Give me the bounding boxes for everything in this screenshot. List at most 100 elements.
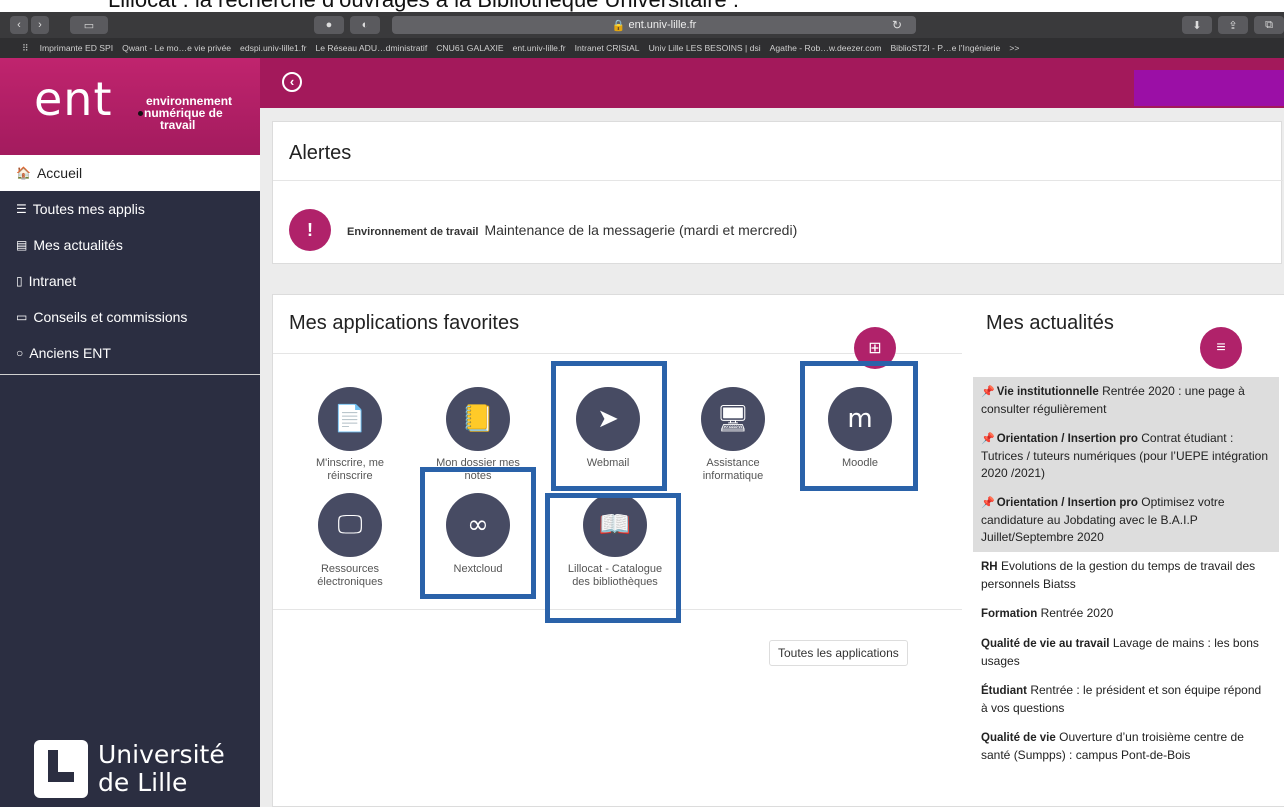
app-icon: 🖵: [318, 493, 382, 557]
logo-text: ent: [34, 72, 113, 126]
news-title: Mes actualités: [986, 312, 1114, 334]
forward-nav-button[interactable]: ›: [31, 16, 49, 34]
sidebar: ent environnement numérique de travail 🏠…: [0, 58, 260, 807]
exclamation-icon: !: [289, 209, 331, 251]
news-item[interactable]: 📌 Vie institutionnelle Rentrée 2020 : une…: [973, 377, 1279, 424]
lock-icon: 🔒: [611, 19, 629, 32]
sidebar-item-label: Intranet: [28, 273, 77, 289]
sidebar-item-toutes-mes-applis[interactable]: ☰ Toutes mes applis: [0, 191, 260, 227]
bookmark-item[interactable]: Univ Lille LES BESOINS | dsi: [649, 43, 761, 53]
nav-divider: [0, 374, 260, 375]
ent-logo[interactable]: ent environnement numérique de travail: [0, 58, 260, 155]
list-icon: ☰: [16, 202, 27, 216]
folder-icon: ▭: [16, 310, 28, 324]
news-category: RH: [981, 561, 998, 573]
university-name-1: Université: [98, 740, 225, 769]
app-tile[interactable]: 🖵 Ressources électroniques: [295, 493, 405, 589]
bookmark-item[interactable]: Qwant - Le mo…e vie privée: [122, 43, 231, 53]
share-icon[interactable]: ⇪: [1218, 16, 1248, 34]
app-label: M'inscrire, me réinscrire: [315, 457, 385, 482]
highlight-webmail: [551, 361, 667, 491]
download-icon[interactable]: ⬇: [1182, 16, 1212, 34]
sidebar-item-accueil[interactable]: 🏠 Accueil: [0, 155, 260, 191]
url-text: ent.univ-lille.fr: [628, 19, 697, 31]
newspaper-icon: ▤: [16, 238, 28, 252]
sidebar-item-intranet[interactable]: ▯ Intranet: [0, 263, 260, 299]
bookmark-item[interactable]: Agathe - Rob…w.deezer.com: [770, 43, 882, 53]
news-text: Rentrée 2020: [1040, 606, 1114, 620]
highlight-lillocat: [545, 493, 681, 623]
favorites-card: Mes applications favorites ⊞ 📄 M'inscrire…: [272, 294, 965, 807]
news-item[interactable]: 📌 Orientation / Insertion pro Contrat étu…: [973, 424, 1279, 488]
sidebar-item-anciens-ent[interactable]: ○ Anciens ENT: [0, 335, 260, 371]
tabs-icon[interactable]: ⧉: [1254, 16, 1284, 34]
news-category: Vie institutionnelle: [996, 386, 1099, 398]
app-icon: 📄: [318, 387, 382, 451]
news-card: Mes actualités ≡ 📌 Vie institutionnelle R…: [962, 294, 1284, 807]
news-item[interactable]: Qualité de vie au travail Lavage de main…: [973, 629, 1279, 676]
sidebar-item-label: Toutes mes applis: [32, 201, 145, 217]
favorites-title: Mes applications favorites: [289, 312, 520, 334]
sidebar-item-label: Anciens ENT: [29, 345, 111, 361]
bookmark-item[interactable]: edspi.univ-lille1.fr: [240, 43, 306, 53]
user-menu-block[interactable]: [1134, 70, 1284, 106]
logo-tagline: environnement numérique de travail: [138, 95, 232, 131]
app-tile[interactable]: 🖥 Assistance informatique: [678, 387, 788, 483]
sidebar-item-mes-actualit-s[interactable]: ▤ Mes actualités: [0, 227, 260, 263]
back-nav-button[interactable]: ‹: [10, 16, 28, 34]
list-icon[interactable]: ≡: [1200, 327, 1242, 369]
news-list: 📌 Vie institutionnelle Rentrée 2020 : une…: [973, 377, 1279, 770]
bookmarks-bar: ⠿ Imprimante ED SPI Qwant - Le mo…e vie p…: [0, 38, 1284, 58]
highlight-nextcloud: [420, 467, 536, 599]
alerts-card: Alertes ! Environnement de travail Mainte…: [272, 121, 1283, 265]
news-item[interactable]: RH Evolutions de la gestion du temps de …: [973, 552, 1279, 599]
home-icon: 🏠: [16, 166, 31, 180]
caption-text: Lillocat : la recherche d’ouvrages à la …: [0, 0, 1284, 12]
address-bar[interactable]: 🔒 ent.univ-lille.fr ↻: [392, 16, 916, 34]
top-bar: ‹: [260, 58, 1284, 108]
app-label: Ressources électroniques: [317, 563, 383, 588]
bookmark-item[interactable]: Intranet CRIStAL: [575, 43, 640, 53]
caption-label: Lillocat : la recherche d’ouvrages à la …: [108, 0, 739, 12]
bookmark-item[interactable]: CNU61 GALAXIE: [436, 43, 503, 53]
university-name-2: de Lille: [98, 768, 188, 797]
news-item[interactable]: Étudiant Rentrée : le président et son é…: [973, 676, 1279, 723]
bookmark-item[interactable]: >>: [1009, 43, 1019, 53]
app-icon: 📒: [446, 387, 510, 451]
bookmark-item[interactable]: Le Réseau ADU…dministratif: [315, 43, 427, 53]
document-icon: ▯: [16, 274, 23, 288]
app-label: Assistance informatique: [702, 457, 764, 482]
news-text: Evolutions de la gestion du temps de tra…: [981, 559, 1256, 591]
news-item[interactable]: Formation Rentrée 2020: [973, 599, 1279, 629]
news-item[interactable]: Qualité de vie Ouverture d’un troisième …: [973, 723, 1279, 770]
extension-icon[interactable]: ◐: [350, 16, 380, 34]
bookmark-item[interactable]: Imprimante ED SPI: [40, 43, 114, 53]
news-category: Qualité de vie: [981, 732, 1056, 744]
grid-icon[interactable]: ⠿: [22, 43, 29, 54]
alert-category: Environnement de travail: [347, 226, 479, 238]
main-content: Alertes ! Environnement de travail Mainte…: [260, 108, 1284, 807]
sidebar-item-conseils-et-commissions[interactable]: ▭ Conseils et commissions: [0, 299, 260, 335]
sidebar-toggle-icon[interactable]: ▭: [70, 16, 108, 34]
bookmark-item[interactable]: BiblioST2I - P…e l’Ingénierie: [890, 43, 1000, 53]
news-category: Formation: [981, 608, 1038, 620]
pin-icon: 📌: [981, 497, 995, 509]
pin-icon: 📌: [981, 386, 995, 398]
collapse-menu-icon[interactable]: ‹: [282, 72, 302, 92]
reload-icon[interactable]: ↻: [892, 18, 902, 32]
news-category: Orientation / Insertion pro: [996, 497, 1138, 509]
news-category: Orientation / Insertion pro: [996, 433, 1138, 445]
pin-icon: 📌: [981, 433, 995, 445]
alert-item[interactable]: ! Environnement de travail Maintenance de…: [273, 180, 1283, 265]
bookmark-item[interactable]: ent.univ-lille.fr: [513, 43, 566, 53]
logo-dot-icon: [138, 111, 143, 117]
alerts-title: Alertes: [289, 142, 352, 164]
app-tile[interactable]: 📄 M'inscrire, me réinscrire: [295, 387, 405, 483]
adblock-icon[interactable]: ●: [314, 16, 344, 34]
sidebar-item-label: Mes actualités: [33, 237, 123, 253]
news-category: Étudiant: [981, 685, 1027, 697]
highlight-moodle: [800, 361, 918, 491]
news-item[interactable]: 📌 Orientation / Insertion pro Optimisez v…: [973, 488, 1279, 552]
all-applications-button[interactable]: Toutes les applications: [769, 640, 908, 666]
university-mark-icon: [34, 740, 88, 798]
